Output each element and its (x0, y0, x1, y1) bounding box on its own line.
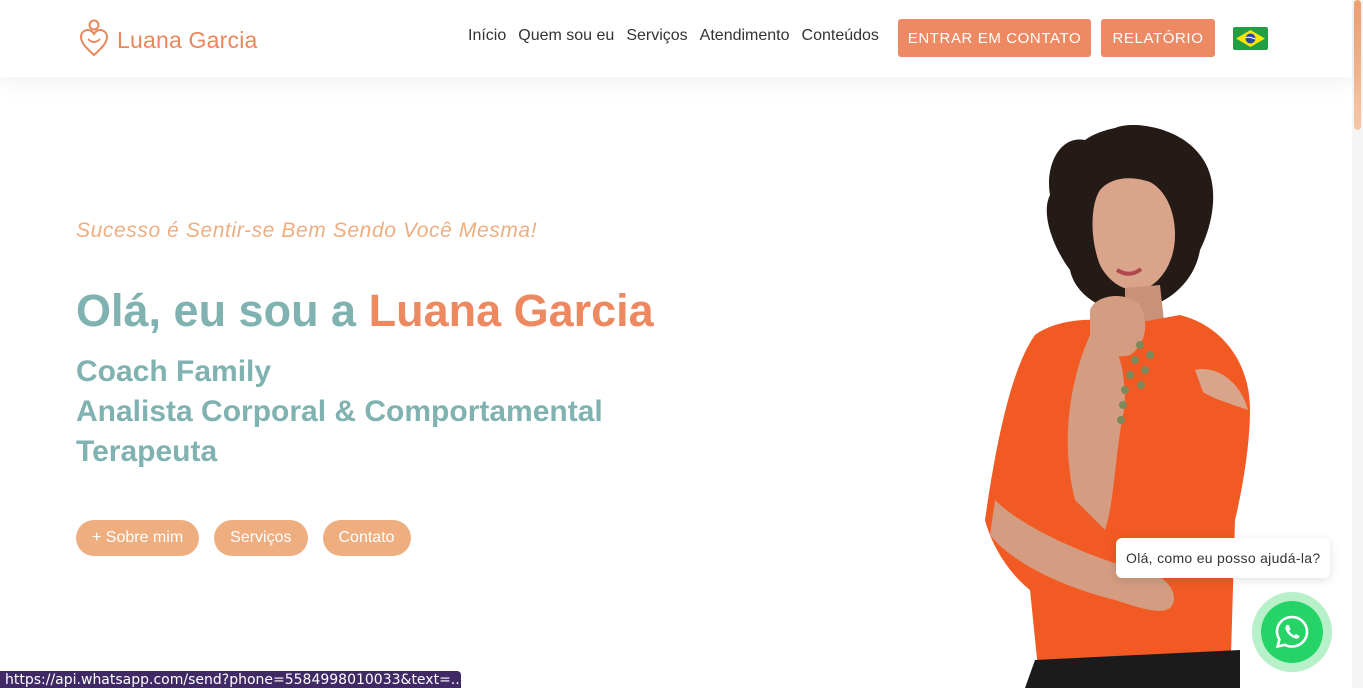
contact-button[interactable]: ENTRAR EM CONTATO (898, 19, 1091, 57)
logo-text: Luana Garcia (117, 26, 258, 53)
link-status-bar: https://api.whatsapp.com/send?phone=5584… (0, 671, 461, 688)
whatsapp-button-inner[interactable] (1261, 601, 1323, 663)
hero-roles: Coach Family Analista Corporal & Comport… (76, 352, 603, 472)
nav-atendimento[interactable]: Atendimento (700, 27, 790, 45)
nav-quem-sou-eu[interactable]: Quem sou eu (518, 27, 614, 45)
site-header: Luana Garcia Início Quem sou eu Serviços… (0, 0, 1352, 77)
headline-name: Luana Garcia (368, 285, 654, 336)
role-item: Analista Corporal & Comportamental (76, 395, 603, 428)
hero-headline: Olá, eu sou a Luana Garcia (76, 285, 654, 337)
nav-servicos[interactable]: Serviços (626, 27, 687, 45)
scrollbar[interactable] (1352, 0, 1363, 688)
hero-buttons: + Sobre mim Serviços Contato (76, 520, 426, 556)
role-item: Terapeuta (76, 435, 218, 468)
nav-conteudos[interactable]: Conteúdos (802, 27, 879, 45)
headline-prefix: Olá, eu sou a (76, 285, 369, 336)
main-nav: Início Quem sou eu Serviços Atendimento … (468, 27, 891, 45)
brazil-flag-icon[interactable] (1233, 27, 1268, 50)
chat-bubble[interactable]: Olá, como eu posso ajudá-la? (1116, 538, 1331, 578)
about-me-button[interactable]: + Sobre mim (76, 520, 200, 556)
heart-person-icon (79, 19, 109, 57)
nav-inicio[interactable]: Início (468, 27, 506, 45)
role-item: Coach Family (76, 355, 272, 388)
portrait-photo (985, 125, 1250, 688)
contact-pill-button[interactable]: Contato (322, 520, 411, 556)
whatsapp-button[interactable] (1252, 592, 1332, 672)
report-button[interactable]: RELATÓRIO (1101, 19, 1215, 57)
scrollbar-thumb[interactable] (1354, 0, 1361, 130)
logo[interactable]: Luana Garcia (79, 19, 258, 57)
whatsapp-icon (1275, 615, 1309, 649)
services-button[interactable]: Serviços (214, 520, 308, 556)
hero-tagline: Sucesso é Sentir-se Bem Sendo Você Mesma… (76, 219, 538, 242)
